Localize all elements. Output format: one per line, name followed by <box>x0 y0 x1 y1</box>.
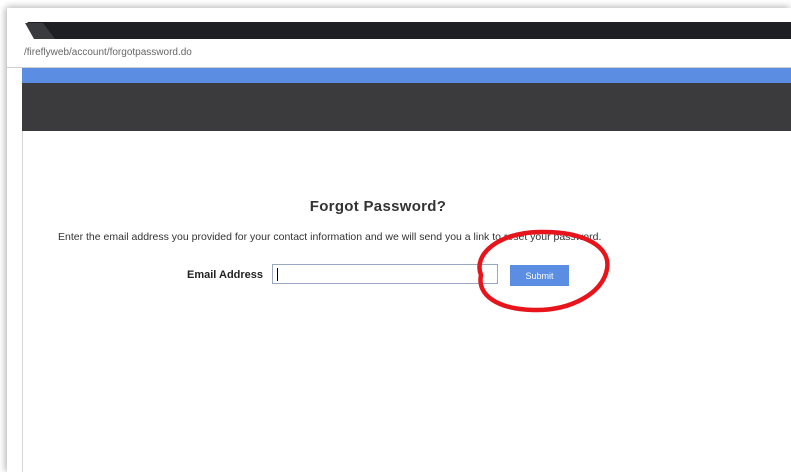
screenshot-frame: /fireflyweb/account/forgotpassword.do Fo… <box>7 8 791 472</box>
instructions-text: Enter the email address you provided for… <box>58 231 602 243</box>
url-text: /fireflyweb/account/forgotpassword.do <box>24 47 192 58</box>
email-label: Email Address <box>187 269 264 281</box>
email-input[interactable] <box>272 264 498 284</box>
content-left-border <box>22 131 23 472</box>
browser-title-bar <box>7 22 791 39</box>
text-caret <box>277 268 278 281</box>
site-banner <box>22 83 791 131</box>
site-header-strip <box>22 68 791 83</box>
page-title: Forgot Password? <box>309 198 447 215</box>
submit-button[interactable]: Submit <box>510 265 569 286</box>
address-bar[interactable]: /fireflyweb/account/forgotpassword.do <box>7 39 791 68</box>
